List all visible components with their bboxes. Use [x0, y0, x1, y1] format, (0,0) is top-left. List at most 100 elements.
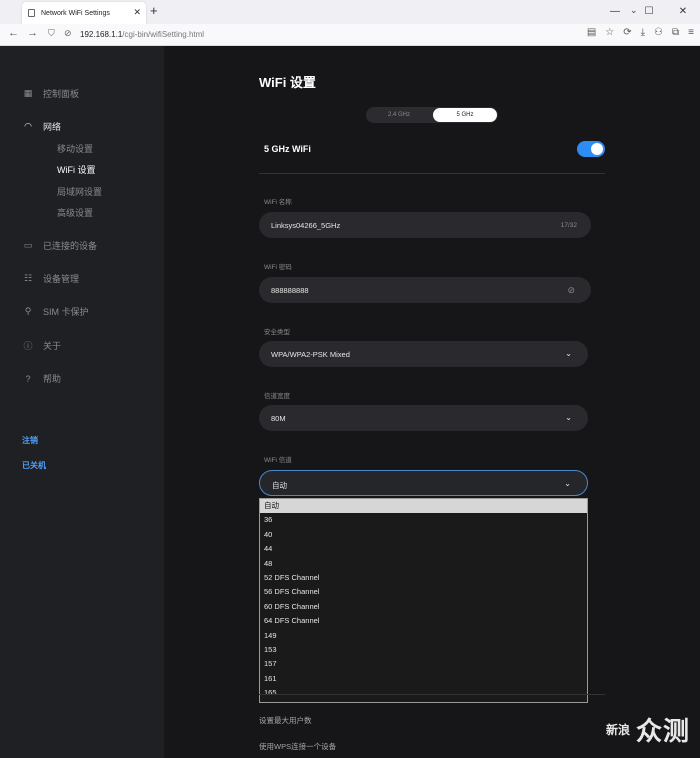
close-tab-icon[interactable]: ✕	[133, 7, 141, 18]
eye-slash-icon[interactable]: ⊘	[567, 285, 575, 296]
extensions-icon[interactable]: ⧉	[672, 27, 679, 38]
watermark-logo: 新浪 众测	[606, 711, 690, 748]
browser-tab[interactable]: Network WiFi Settings ✕	[22, 2, 146, 24]
info-icon: ⓘ	[23, 341, 33, 351]
band-selector: 2.4 GHz 5 GHz	[366, 107, 498, 123]
main-content: WiFi 设置 2.4 GHz 5 GHz 5 GHz WiFi WiFi 名称…	[164, 46, 700, 758]
page-icon	[28, 9, 35, 17]
channel-option[interactable]: 153	[260, 643, 587, 657]
shield-icon: ⛉	[48, 28, 55, 38]
section-title: 5 GHz WiFi	[264, 144, 311, 154]
channel-option[interactable]: 60 DFS Channel	[260, 600, 587, 614]
password-input[interactable]: 888888888 ⊘	[259, 277, 591, 303]
sidebar-item-label: 已连接的设备	[43, 241, 98, 251]
maximize-button[interactable]: ☐	[632, 0, 666, 24]
sidebar-item-device-management[interactable]: ☷ 设备管理	[22, 272, 79, 285]
sidebar-subitem-wifi[interactable]: WiFi 设置	[57, 163, 96, 176]
chevron-down-icon: ⌄	[564, 479, 571, 488]
shutdown-link[interactable]: 已关机	[22, 460, 46, 471]
channel-option[interactable]: 36	[260, 513, 587, 527]
watermark-text-b: 众测	[635, 716, 690, 746]
settings-sliders-icon: ☷	[23, 273, 33, 283]
channel-option[interactable]: 40	[260, 528, 587, 542]
logout-link[interactable]: 注销	[22, 435, 38, 446]
browser-nav-bar: ← → ⛉ ⊘ 192.168.1.1/cgi-bin/wifiSetting.…	[0, 24, 700, 46]
url-path: /cgi-bin/wifiSetting.html	[122, 30, 205, 39]
chevron-down-icon: ⌄	[565, 349, 572, 358]
reader-icon[interactable]: ▤	[587, 27, 596, 38]
url-host: 192.168.1.1	[80, 30, 123, 39]
dashboard-icon: ▦	[23, 88, 33, 98]
close-window-button[interactable]: ✕	[666, 0, 700, 24]
new-tab-button[interactable]: +	[150, 3, 158, 18]
bandwidth-select[interactable]: 80M ⌄	[259, 405, 588, 431]
help-icon: ?	[25, 373, 31, 384]
sidebar: ▦ 控制面板 ◠ 网络 移动设置 WiFi 设置 局域网设置 高级设置 ▭ 已连…	[0, 46, 164, 758]
page-title: WiFi 设置	[259, 75, 316, 90]
bandwidth-value: 80M	[271, 414, 286, 423]
channel-option[interactable]: 64 DFS Channel	[260, 614, 587, 628]
channel-option[interactable]: 52 DFS Channel	[260, 571, 587, 585]
band-tab-5ghz[interactable]: 5 GHz	[433, 108, 497, 122]
band-tab-2-4ghz[interactable]: 2.4 GHz	[367, 108, 431, 122]
channel-option[interactable]: 56 DFS Channel	[260, 585, 587, 599]
sidebar-item-label: 设备管理	[43, 274, 80, 284]
sidebar-subitem-lan[interactable]: 局域网设置	[57, 185, 102, 198]
sidebar-item-dashboard[interactable]: ▦ 控制面板	[22, 87, 79, 100]
channel-option[interactable]: 157	[260, 657, 587, 671]
channel-option[interactable]: 44	[260, 542, 587, 556]
lock-icon: ⚲	[24, 306, 32, 316]
address-bar[interactable]: ⛉ ⊘ 192.168.1.1/cgi-bin/wifiSetting.html	[46, 27, 664, 43]
star-icon[interactable]: ☆	[605, 27, 614, 38]
sidebar-subitem-advanced[interactable]: 高级设置	[57, 206, 93, 219]
sidebar-item-label: 关于	[43, 341, 62, 351]
tab-title: Network WiFi Settings	[41, 9, 110, 17]
divider	[259, 694, 605, 695]
wps-label[interactable]: 使用WPS连接一个设备	[259, 741, 336, 752]
sidebar-item-label: 帮助	[43, 374, 62, 384]
forward-icon[interactable]: →	[27, 27, 38, 39]
menu-icon[interactable]: ≡	[688, 27, 694, 38]
wifi-enable-toggle[interactable]	[577, 141, 605, 157]
ssid-char-count: 17/32	[560, 222, 577, 229]
minimize-button[interactable]: —	[598, 0, 632, 24]
channel-option[interactable]: 自动	[260, 499, 587, 514]
channel-option[interactable]: 149	[260, 629, 587, 643]
security-label: 安全类型	[264, 329, 290, 336]
sidebar-item-label: SIM 卡保护	[43, 307, 89, 317]
ssid-label: WiFi 名称	[264, 199, 292, 206]
download-icon[interactable]: ⤓	[641, 27, 645, 38]
sidebar-item-label: 网络	[43, 122, 62, 132]
sidebar-item-about[interactable]: ⓘ 关于	[22, 339, 61, 352]
back-icon[interactable]: ←	[8, 27, 19, 39]
security-select[interactable]: WPA/WPA2-PSK Mixed ⌄	[259, 341, 588, 367]
channel-value: 自动	[272, 481, 287, 490]
sidebar-item-devices[interactable]: ▭ 已连接的设备	[22, 239, 97, 252]
divider	[259, 173, 605, 174]
wifi-icon: ◠	[24, 121, 32, 131]
toggle-knob	[591, 143, 603, 155]
ssid-input[interactable]: Linksys04266_5GHz 17/32	[259, 212, 591, 238]
channel-option[interactable]: 161	[260, 672, 587, 686]
sidebar-item-label: 控制面板	[43, 89, 80, 99]
sidebar-subitem-mobile[interactable]: 移动设置	[57, 142, 93, 155]
window-controls: — ☐ ✕	[598, 0, 700, 24]
channel-dropdown-list: 自动 36 40 44 48 52 DFS Channel 56 DFS Cha…	[259, 498, 588, 703]
channel-label: WiFi 信道	[264, 457, 292, 464]
bandwidth-label: 信道宽度	[264, 393, 290, 400]
browser-toolbar-icons: ▤ ☆ ⟳ ⤓ ⚇ ⧉ ≡	[587, 27, 694, 38]
channel-select[interactable]: 自动 ⌄	[259, 470, 588, 496]
channel-option[interactable]: 48	[260, 557, 587, 571]
sync-icon[interactable]: ⟳	[623, 27, 631, 38]
account-icon[interactable]: ⚇	[654, 27, 663, 38]
watermark-text-a: 新浪	[605, 722, 630, 737]
sidebar-item-network[interactable]: ◠ 网络	[22, 120, 61, 133]
security-value: WPA/WPA2-PSK Mixed	[271, 350, 350, 359]
sidebar-item-sim-protection[interactable]: ⚲ SIM 卡保护	[22, 305, 89, 318]
url-text: 192.168.1.1/cgi-bin/wifiSetting.html	[80, 30, 204, 39]
password-label: WiFi 密码	[264, 264, 292, 271]
info-lock-icon: ⊘	[64, 28, 72, 38]
sidebar-item-help[interactable]: ? 帮助	[22, 372, 61, 385]
password-value: 888888888	[271, 286, 309, 295]
max-users-label[interactable]: 设置最大用户数	[259, 715, 312, 726]
